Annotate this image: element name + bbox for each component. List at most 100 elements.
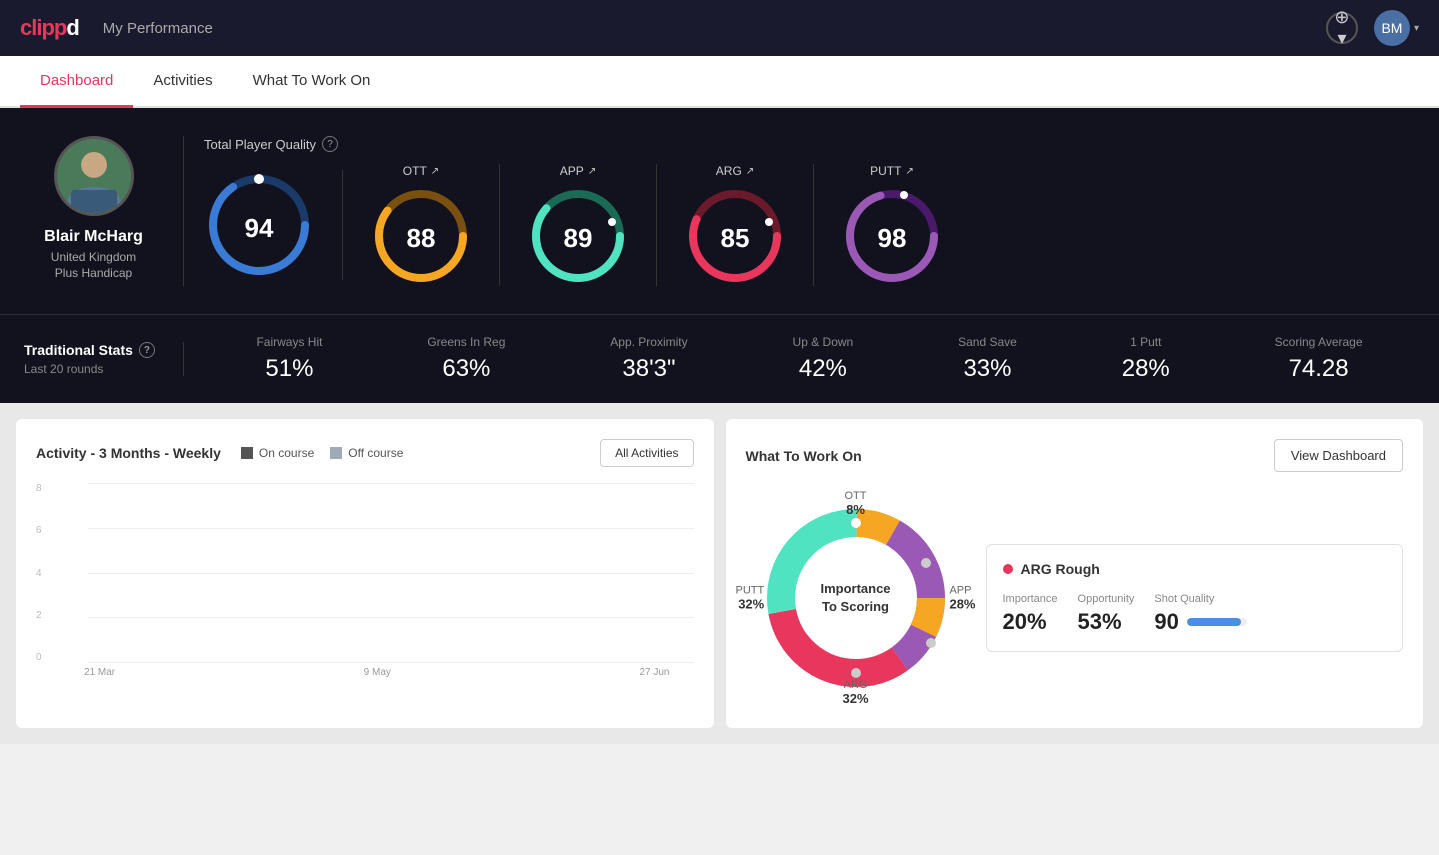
score-total-circle: 94 bbox=[204, 170, 314, 280]
total-quality-label: Total Player Quality ? bbox=[204, 136, 1415, 152]
activity-chart-header: Activity - 3 Months - Weekly On course O… bbox=[36, 439, 694, 467]
x-label-1: 21 Mar bbox=[84, 667, 115, 678]
stat-up-down: Up & Down 42% bbox=[793, 335, 854, 383]
player-card: Blair McHarg United Kingdom Plus Handica… bbox=[24, 136, 184, 286]
arg-trend: ↗ bbox=[746, 166, 754, 177]
putt-label: PUTT ↗ bbox=[870, 164, 914, 178]
tab-what-to-work-on[interactable]: What To Work On bbox=[233, 56, 391, 108]
player-name: Blair McHarg bbox=[44, 228, 143, 246]
logo-highlight: d bbox=[66, 15, 78, 40]
score-ott-circle: 88 bbox=[371, 186, 471, 286]
chart-x-labels: 21 Mar 9 May 27 Jun bbox=[60, 667, 694, 678]
view-dashboard-button[interactable]: View Dashboard bbox=[1274, 439, 1403, 472]
tab-dashboard[interactable]: Dashboard bbox=[20, 56, 133, 108]
bottom-panels: Activity - 3 Months - Weekly On course O… bbox=[0, 403, 1439, 744]
hero-section: Blair McHarg United Kingdom Plus Handica… bbox=[0, 108, 1439, 314]
score-putt-circle: 98 bbox=[842, 186, 942, 286]
all-activities-button[interactable]: All Activities bbox=[600, 439, 693, 467]
bar-8 bbox=[381, 586, 421, 663]
arg-stats: Importance 20% Opportunity 53% Shot Qual… bbox=[1003, 593, 1387, 635]
bar-5 bbox=[247, 509, 287, 663]
arg-stat-importance: Importance 20% bbox=[1003, 593, 1058, 635]
arg-dot bbox=[1003, 564, 1013, 574]
header-right: ⊕ ▾ BM ▾ bbox=[1326, 10, 1419, 46]
stat-sand-save: Sand Save 33% bbox=[958, 335, 1017, 383]
svg-text:89: 89 bbox=[564, 223, 593, 253]
stat-app-proximity: App. Proximity 38'3" bbox=[610, 335, 687, 383]
app-logo: clippd bbox=[20, 15, 79, 41]
user-menu[interactable]: BM ▾ bbox=[1374, 10, 1419, 46]
arg-stat-shot-quality: Shot Quality 90 bbox=[1154, 593, 1246, 635]
activity-chart-panel: Activity - 3 Months - Weekly On course O… bbox=[16, 419, 714, 728]
bar-9 bbox=[426, 575, 466, 663]
svg-text:88: 88 bbox=[407, 223, 436, 253]
donut-label-putt: PUTT 32% bbox=[736, 585, 765, 612]
logo-text: clippd bbox=[20, 15, 79, 41]
scores-section: Total Player Quality ? 94 OTT ↗ bbox=[204, 136, 1415, 286]
stat-1-putt: 1 Putt 28% bbox=[1122, 335, 1170, 383]
stat-scoring-avg: Scoring Average 74.28 bbox=[1275, 335, 1363, 383]
wtw-content: ImportanceTo Scoring OTT 8% APP 28% ARG … bbox=[746, 488, 1404, 708]
svg-text:85: 85 bbox=[721, 223, 750, 253]
bar-2 bbox=[113, 619, 153, 663]
bar-10 bbox=[471, 575, 511, 663]
stats-items: Fairways Hit 51% Greens In Reg 63% App. … bbox=[184, 335, 1415, 383]
player-country: United Kingdom bbox=[51, 250, 136, 264]
nav-tabs: Dashboard Activities What To Work On bbox=[0, 56, 1439, 108]
arg-stat-opportunity: Opportunity 53% bbox=[1078, 593, 1135, 635]
x-label-3: 27 Jun bbox=[639, 667, 669, 678]
shot-quality-bar-bg bbox=[1187, 618, 1247, 626]
score-total: 94 bbox=[204, 170, 343, 280]
bar-7 bbox=[337, 465, 377, 663]
score-ott: OTT ↗ 88 bbox=[343, 164, 500, 286]
stat-fairways-hit: Fairways Hit 51% bbox=[256, 335, 322, 383]
stats-title: Traditional Stats ? bbox=[24, 342, 163, 358]
player-avatar bbox=[54, 136, 134, 216]
arg-label: ARG ↗ bbox=[716, 164, 754, 178]
add-button[interactable]: ⊕ ▾ bbox=[1326, 12, 1358, 44]
legend-off-course: Off course bbox=[330, 446, 403, 460]
x-label-2: 9 May bbox=[364, 667, 391, 678]
donut-label-app: APP 28% bbox=[949, 585, 975, 612]
tab-activities[interactable]: Activities bbox=[133, 56, 232, 108]
bar-1 bbox=[68, 619, 108, 663]
chart-legend: On course Off course bbox=[241, 446, 404, 460]
stat-greens-in-reg: Greens In Reg 63% bbox=[427, 335, 505, 383]
score-putt: PUTT ↗ 98 bbox=[814, 164, 970, 286]
score-app-circle: 89 bbox=[528, 186, 628, 286]
arg-rough-card: ARG Rough Importance 20% Opportunity 53%… bbox=[986, 544, 1404, 652]
chart-area: 8 6 4 2 0 bbox=[36, 483, 694, 678]
stats-help-icon[interactable]: ? bbox=[139, 342, 155, 358]
bar-11 bbox=[516, 586, 556, 663]
wtw-header: What To Work On View Dashboard bbox=[746, 439, 1404, 472]
score-arg: ARG ↗ 85 bbox=[657, 164, 814, 286]
bar-14 bbox=[650, 641, 690, 663]
score-app: APP ↗ 89 bbox=[500, 164, 657, 286]
header: clippd My Performance ⊕ ▾ BM ▾ bbox=[0, 0, 1439, 56]
bar-4 bbox=[202, 575, 242, 663]
donut-chart: ImportanceTo Scoring OTT 8% APP 28% ARG … bbox=[746, 488, 966, 708]
player-handicap: Plus Handicap bbox=[55, 266, 132, 280]
stats-label: Traditional Stats ? Last 20 rounds bbox=[24, 342, 184, 376]
shot-quality-display: 90 bbox=[1154, 609, 1246, 635]
shot-quality-bar-fill bbox=[1187, 618, 1241, 626]
score-arg-circle: 85 bbox=[685, 186, 785, 286]
donut-label-ott: OTT 8% bbox=[845, 490, 867, 517]
circles-row: 94 OTT ↗ 88 APP ↗ bbox=[204, 164, 1415, 286]
bar-12 bbox=[560, 652, 600, 663]
bar-13 bbox=[605, 652, 645, 663]
chart-bars bbox=[64, 483, 694, 663]
svg-text:94: 94 bbox=[245, 213, 274, 243]
y-axis: 8 6 4 2 0 bbox=[36, 483, 42, 663]
help-icon[interactable]: ? bbox=[322, 136, 338, 152]
donut-center-label: ImportanceTo Scoring bbox=[820, 580, 890, 616]
wtw-title: What To Work On bbox=[746, 448, 862, 464]
bar-3 bbox=[158, 630, 198, 663]
header-title: My Performance bbox=[103, 20, 213, 37]
avatar: BM bbox=[1374, 10, 1410, 46]
chevron-down-icon: ▾ bbox=[1414, 23, 1419, 34]
app-trend: ↗ bbox=[588, 166, 596, 177]
donut-label-arg: ARG 32% bbox=[842, 679, 868, 706]
what-to-work-on-panel: What To Work On View Dashboard bbox=[726, 419, 1424, 728]
header-left: clippd My Performance bbox=[20, 15, 213, 41]
